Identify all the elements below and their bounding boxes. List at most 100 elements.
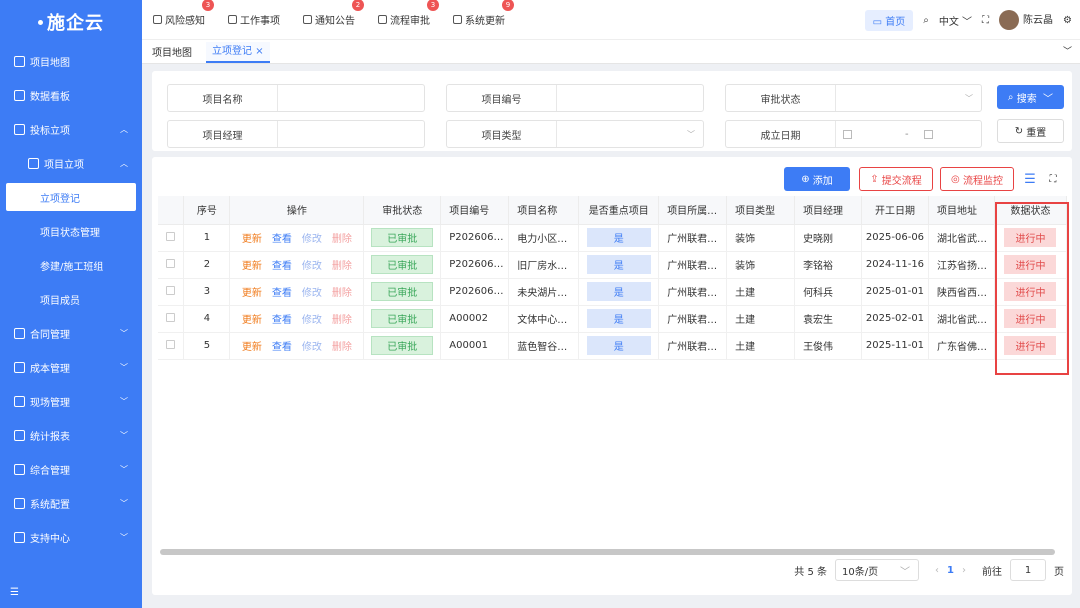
sidebar-label: 统计报表 [30, 431, 70, 443]
edit-link[interactable]: 修改 [302, 261, 322, 272]
sidebar-item-reports[interactable]: 统计报表 ﹀ [0, 418, 142, 452]
delete-link[interactable]: 删除 [332, 288, 352, 299]
app-logo[interactable]: 施企云 [0, 0, 142, 44]
delete-link[interactable]: 删除 [332, 315, 352, 326]
add-button[interactable]: ⊕ 添加 [784, 167, 850, 191]
tab-registration[interactable]: 立项登记 × [206, 42, 270, 63]
sidebar-label: 参建/施工班组 [40, 261, 104, 273]
row-checkbox-cell[interactable] [158, 332, 185, 360]
view-link[interactable]: 查看 [272, 315, 292, 326]
reset-button[interactable]: ↻ 重置 [997, 119, 1064, 143]
row-checkbox[interactable] [166, 231, 176, 241]
view-link[interactable]: 查看 [272, 261, 292, 272]
cost-icon [14, 361, 25, 373]
language-select[interactable]: 中文 ﹀ [939, 13, 972, 28]
sidebar-item-config[interactable]: 系统配置 ﹀ [0, 486, 142, 520]
shield-icon [153, 15, 162, 24]
view-link[interactable]: 查看 [272, 234, 292, 245]
edit-link[interactable]: 修改 [302, 315, 322, 326]
page-size-select[interactable]: 10条/页 ﹀ [835, 559, 920, 581]
select-all-header[interactable] [158, 196, 185, 225]
language-label: 中文 [938, 16, 959, 28]
sidebar-item-registration[interactable]: 立项登记 [6, 183, 136, 211]
top-item-risk[interactable]: 风险感知 3 [153, 0, 214, 27]
sidebar-item-teams[interactable]: 参建/施工班组 [0, 248, 142, 282]
project-code-field[interactable]: 项目编号 [446, 84, 704, 112]
date-separator: - [905, 128, 909, 140]
notification-badge: 9 [502, 0, 514, 11]
row-checkbox-cell[interactable] [158, 224, 185, 252]
cell-actions: 更新 查看 修改 删除 [229, 224, 365, 252]
sidebar-item-site[interactable]: 现场管理 ﹀ [0, 384, 142, 418]
home-button[interactable]: ▭ 首页 [864, 9, 914, 31]
delete-link[interactable]: 删除 [332, 261, 352, 272]
current-page[interactable]: 1 [947, 565, 954, 576]
top-item-work[interactable]: 工作事项 [228, 12, 280, 27]
sidebar-item-cost[interactable]: 成本管理 ﹀ [0, 350, 142, 384]
columns-icon[interactable]: ☰ [1020, 167, 1040, 191]
row-checkbox[interactable] [166, 258, 176, 268]
settings-icon[interactable]: ⚙ [1063, 15, 1072, 26]
update-link[interactable]: 更新 [242, 261, 262, 272]
sidebar-item-general[interactable]: 综合管理 ﹀ [0, 452, 142, 486]
found-date-range[interactable]: 成立日期 - [725, 120, 982, 148]
top-item-update[interactable]: 系统更新 9 [453, 0, 514, 27]
sidebar-item-dashboard[interactable]: 数据看板 [0, 78, 142, 112]
edit-link[interactable]: 修改 [302, 234, 322, 245]
logo-text: 施企云 [47, 13, 104, 34]
sidebar-item-members[interactable]: 项目成员 [0, 282, 142, 316]
collapse-menu-icon[interactable]: ☰ [10, 587, 19, 598]
view-link[interactable]: 查看 [272, 342, 292, 353]
page-unit: 页 [1054, 566, 1064, 578]
edit-link[interactable]: 修改 [302, 288, 322, 299]
goto-page-input[interactable]: 1 [1010, 559, 1046, 581]
search-icon[interactable]: ⌕ [923, 15, 929, 26]
horizontal-scrollbar[interactable] [160, 549, 1055, 555]
task-icon [228, 15, 237, 24]
sidebar-item-project-map[interactable]: 项目地图 [0, 44, 142, 78]
sidebar-item-status-mgmt[interactable]: 项目状态管理 [0, 214, 142, 248]
top-item-notice[interactable]: 通知公告 2 [303, 0, 364, 27]
approval-status-select[interactable]: 审批状态 ﹀ [725, 84, 982, 112]
delete-link[interactable]: 删除 [332, 342, 352, 353]
edit-link[interactable]: 修改 [302, 342, 322, 353]
manager-field[interactable]: 项目经理 [167, 120, 425, 148]
update-link[interactable]: 更新 [242, 315, 262, 326]
cell-manager: 史晓刚 [794, 224, 862, 252]
sidebar-item-contract[interactable]: 合同管理 ﹀ [0, 316, 142, 350]
row-checkbox[interactable] [166, 285, 176, 295]
project-type-select[interactable]: 项目类型 ﹀ [446, 120, 704, 148]
project-name-field[interactable]: 项目名称 [167, 84, 425, 112]
row-checkbox-cell[interactable] [158, 305, 185, 333]
row-checkbox[interactable] [166, 312, 176, 322]
sidebar-item-bidding[interactable]: 投标立项 ︿ [0, 112, 142, 146]
fullscreen-icon[interactable]: ⛶ [1045, 167, 1061, 191]
sidebar-label: 立项登记 [40, 193, 80, 205]
next-page-icon[interactable]: › [962, 565, 966, 576]
sidebar-item-project-setup[interactable]: 项目立项 ︿ [0, 146, 142, 180]
user-menu[interactable]: 陈云晶 [999, 10, 1053, 30]
cell-key: 是 [578, 332, 660, 360]
close-icon[interactable]: × [255, 46, 263, 57]
cell-date: 2025-06-06 [861, 224, 929, 252]
prev-page-icon[interactable]: ‹ [935, 565, 939, 576]
search-button[interactable]: ⌕ 搜索 ﹀ [997, 85, 1064, 109]
tab-project-map[interactable]: 项目地图 [152, 44, 200, 63]
row-checkbox-cell[interactable] [158, 278, 185, 306]
delete-link[interactable]: 删除 [332, 234, 352, 245]
submit-flow-button[interactable]: ⇪ 提交流程 [859, 167, 933, 191]
cell-no: 3 [183, 278, 231, 306]
fullscreen-icon[interactable]: ⛶ [982, 15, 989, 26]
doc-icon [28, 157, 39, 169]
chevron-down-icon[interactable]: ﹀ [1063, 44, 1072, 57]
row-checkbox-cell[interactable] [158, 251, 185, 279]
update-link[interactable]: 更新 [242, 342, 262, 353]
update-link[interactable]: 更新 [242, 234, 262, 245]
row-checkbox[interactable] [166, 339, 176, 349]
flow-monitor-button[interactable]: ◎ 流程监控 [940, 167, 1014, 191]
update-link[interactable]: 更新 [242, 288, 262, 299]
top-item-approval[interactable]: 流程审批 3 [378, 0, 439, 27]
approval-tag: 已审批 [371, 228, 434, 247]
sidebar-item-support[interactable]: 支持中心 ﹀ [0, 520, 142, 554]
view-link[interactable]: 查看 [272, 288, 292, 299]
